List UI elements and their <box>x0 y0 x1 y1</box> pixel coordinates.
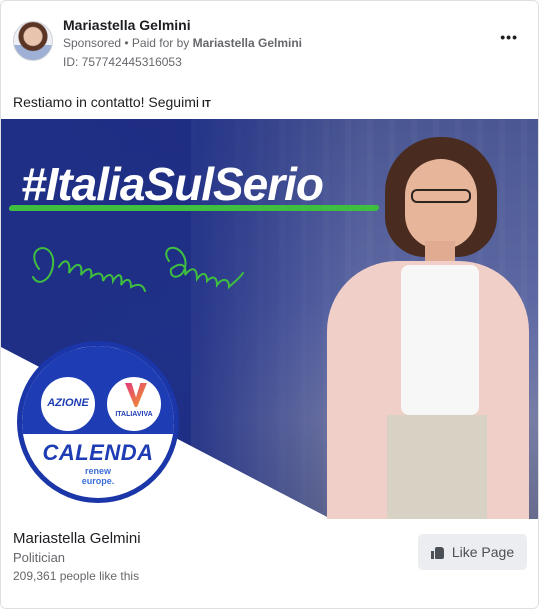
europe-line: europe. <box>81 476 115 486</box>
ad-card: Mariastella Gelmini Sponsored • Paid for… <box>0 0 539 609</box>
page-name-link[interactable]: Mariastella Gelmini <box>63 17 191 33</box>
ad-id: ID: 757742445316053 <box>63 55 182 69</box>
party-logo: AZIONE ITALIAVIVA CALENDA renew europe. <box>17 341 179 503</box>
ad-creative-image[interactable]: #ItaliaSulSerio AZIONE ITALIAVIVA CALEND… <box>1 119 538 519</box>
paid-for-prefix: Paid for by <box>131 36 193 50</box>
thumbs-up-icon <box>430 546 445 559</box>
glasses-icon <box>411 189 471 203</box>
sponsor-line: Sponsored • Paid for by Mariastella Gelm… <box>63 36 302 50</box>
hashtag-headline: #ItaliaSulSerio <box>21 158 324 210</box>
language-badge: IT <box>201 99 211 110</box>
footer-page-name[interactable]: Mariastella Gelmini <box>13 530 141 547</box>
like-page-button[interactable]: Like Page <box>418 534 527 570</box>
separator-dot: • <box>121 36 132 50</box>
like-page-label: Like Page <box>451 544 515 560</box>
sponsored-label: Sponsored <box>63 36 122 50</box>
paid-for-by-name: Mariastella Gelmini <box>192 36 303 50</box>
page-category: Politician <box>13 550 66 565</box>
face <box>405 159 477 249</box>
candidate-photo <box>323 137 533 519</box>
renew-europe-text: renew europe. <box>22 466 174 486</box>
azione-text: AZIONE <box>47 397 89 409</box>
post-message: Restiamo in contatto! Seguimi <box>13 94 199 110</box>
pants <box>387 415 487 519</box>
azione-logo: AZIONE <box>38 374 98 434</box>
page-footer: Mariastella Gelmini Politician 209,361 p… <box>1 519 538 608</box>
more-options-button[interactable]: ••• <box>500 29 518 45</box>
page-avatar[interactable] <box>13 21 53 61</box>
page-likes-count: 209,361 people like this <box>13 569 140 583</box>
shirt <box>401 265 479 415</box>
renew-line: renew <box>84 466 111 476</box>
signature <box>32 247 244 292</box>
italia-viva-text: ITALIAVIVA <box>115 411 153 418</box>
post-text: Restiamo in contatto! Seguimi IT <box>13 94 211 110</box>
italia-viva-logo: ITALIAVIVA <box>104 374 164 434</box>
calenda-text: CALENDA <box>42 440 154 465</box>
ad-header: Mariastella Gelmini Sponsored • Paid for… <box>13 15 528 71</box>
italia-viva-v-icon <box>125 383 147 407</box>
